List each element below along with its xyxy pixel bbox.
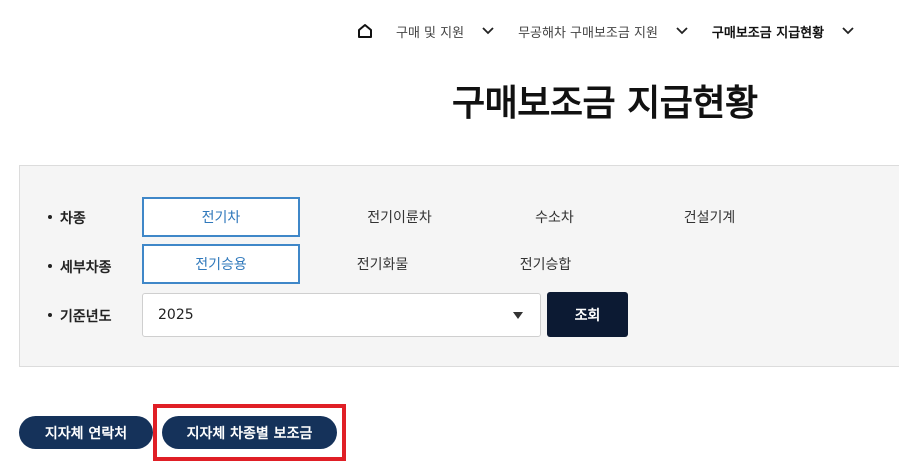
vehicle-type-label: 차종 — [48, 208, 86, 228]
local-gov-subsidy-button[interactable]: 지자체 차종별 보조금 — [162, 416, 337, 449]
option-electric-car[interactable]: 전기차 — [142, 197, 300, 237]
search-button[interactable]: 조회 — [547, 292, 628, 337]
year-label: 기준년도 — [48, 306, 112, 326]
breadcrumb: 구매 및 지원 무공해차 구매보조금 지원 구매보조금 지급현황 — [356, 20, 854, 42]
bullet-icon — [48, 264, 52, 268]
page-title: 구매보조금 지급현황 — [452, 83, 758, 124]
breadcrumb-item-label: 구매보조금 지급현황 — [711, 25, 825, 41]
option-electric-passenger[interactable]: 전기승용 — [142, 244, 300, 284]
year-select[interactable]: 2025 — [142, 293, 541, 337]
sub-type-label: 세부차종 — [48, 257, 112, 277]
option-hydrogen-car[interactable]: 수소차 — [477, 197, 632, 237]
home-icon[interactable] — [356, 22, 374, 40]
chevron-down-icon[interactable] — [676, 27, 688, 35]
option-electric-motorcycle[interactable]: 전기이륜차 — [322, 197, 477, 237]
filter-panel: 차종 전기차 전기이륜차 수소차 건설기계 세부차종 전기승용 전기화물 전기승… — [19, 165, 899, 367]
breadcrumb-item-purchase-support[interactable]: 구매 및 지원 — [396, 22, 494, 41]
bullet-icon — [48, 313, 52, 317]
bullet-icon — [48, 215, 52, 219]
local-gov-contacts-button[interactable]: 지자체 연락처 — [19, 416, 153, 449]
breadcrumb-item-zero-emission-subsidy[interactable]: 무공해차 구매보조금 지원 — [518, 22, 688, 41]
breadcrumb-item-current[interactable]: 구매보조금 지급현황 — [712, 22, 854, 41]
option-electric-bus[interactable]: 전기승합 — [468, 244, 623, 284]
caret-down-icon — [513, 312, 523, 319]
option-electric-truck[interactable]: 전기화물 — [305, 244, 460, 284]
chevron-down-icon[interactable] — [842, 27, 854, 35]
option-construction-machine[interactable]: 건설기계 — [632, 197, 787, 237]
breadcrumb-item-label: 무공해차 구매보조금 지원 — [518, 25, 658, 41]
year-select-value: 2025 — [158, 307, 194, 323]
breadcrumb-item-label: 구매 및 지원 — [396, 25, 465, 41]
chevron-down-icon[interactable] — [482, 27, 494, 35]
